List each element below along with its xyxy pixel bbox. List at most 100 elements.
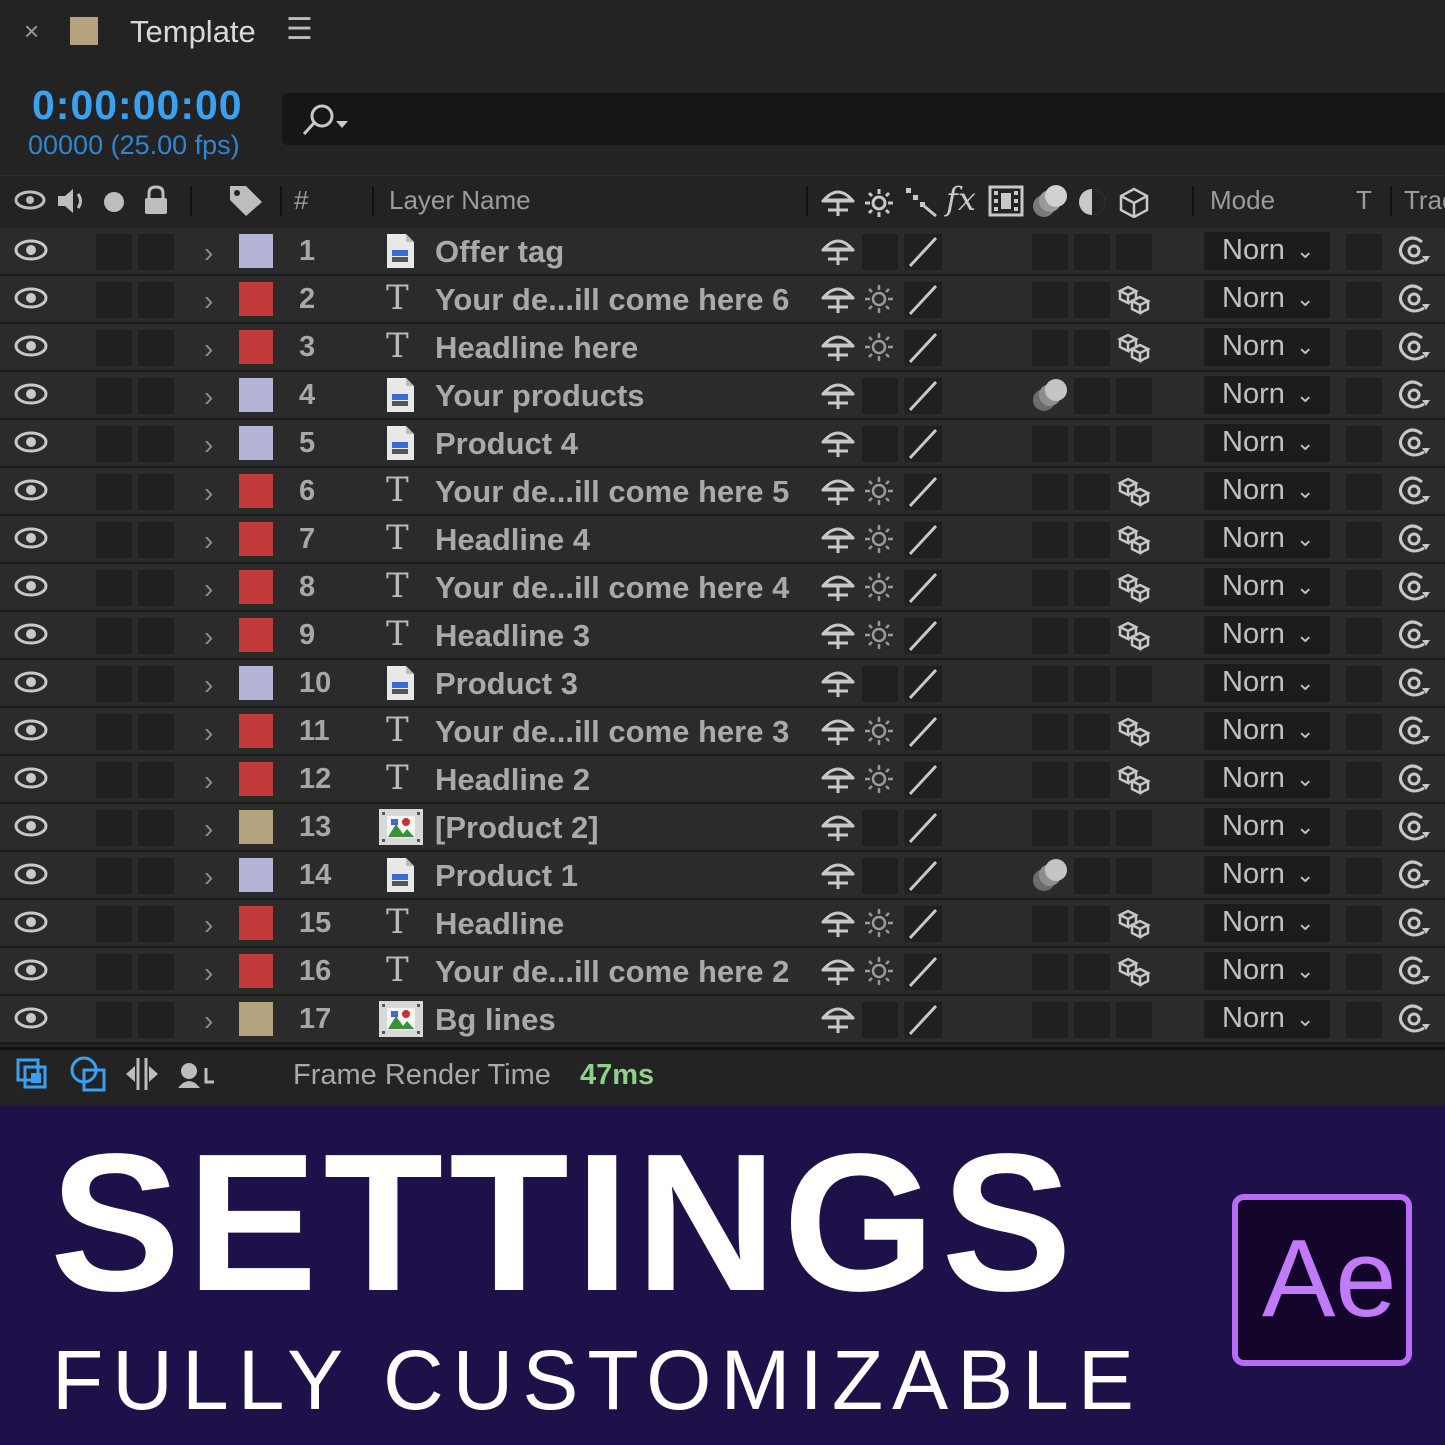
quality-switch-icon[interactable]	[904, 330, 942, 371]
audio-toggle[interactable]	[96, 282, 132, 318]
label-color-swatch[interactable]	[239, 1002, 273, 1036]
track-matte-pickwhip-icon[interactable]	[1396, 666, 1432, 705]
layer-search-input[interactable]	[282, 93, 1445, 145]
quality-switch-icon[interactable]	[904, 234, 942, 275]
shy-switch-icon[interactable]	[820, 331, 856, 368]
track-matte-pickwhip-icon[interactable]	[1396, 1002, 1432, 1041]
shy-switch-icon[interactable]	[820, 619, 856, 656]
3d-layer-switch[interactable]	[1116, 378, 1152, 414]
3d-layer-switch[interactable]	[1116, 810, 1152, 846]
expand-chevron-icon[interactable]: ›	[204, 573, 213, 605]
adjustment-layer-header-icon[interactable]	[1076, 186, 1108, 218]
3d-layer-switch-icon[interactable]	[1116, 475, 1152, 514]
adjustment-layer-switch[interactable]	[1074, 330, 1110, 366]
visibility-eye-icon[interactable]	[14, 574, 48, 603]
fx-header-icon[interactable]: fx	[946, 180, 976, 218]
preserve-transparency-toggle[interactable]	[1346, 330, 1382, 366]
3d-layer-switch-icon[interactable]	[1116, 283, 1152, 322]
adjustment-layer-switch[interactable]	[1074, 234, 1110, 270]
collapse-switch-icon[interactable]	[864, 284, 894, 319]
label-color-swatch[interactable]	[239, 762, 273, 796]
quality-switch-icon[interactable]	[904, 906, 942, 947]
preserve-transparency-toggle[interactable]	[1346, 618, 1382, 654]
label-color-swatch[interactable]	[239, 714, 273, 748]
label-color-swatch[interactable]	[239, 474, 273, 508]
layer-row[interactable]: › 1 Offer tag Norn ⌄	[0, 228, 1445, 276]
layer-name[interactable]: Headline	[435, 906, 564, 942]
audio-toggle[interactable]	[96, 762, 132, 798]
preserve-transparency-toggle[interactable]	[1346, 858, 1382, 894]
expand-chevron-icon[interactable]: ›	[204, 861, 213, 893]
lock-toggle[interactable]	[138, 810, 174, 846]
adjustment-layer-switch[interactable]	[1074, 858, 1110, 894]
expand-chevron-icon[interactable]: ›	[204, 765, 213, 797]
blend-mode-dropdown[interactable]: Norn ⌄	[1204, 280, 1330, 318]
blend-mode-dropdown[interactable]: Norn ⌄	[1204, 616, 1330, 654]
motion-blur-switch[interactable]	[1032, 522, 1068, 558]
track-matte-pickwhip-icon[interactable]	[1396, 906, 1432, 945]
quality-switch-icon[interactable]	[904, 666, 942, 707]
label-color-swatch[interactable]	[239, 618, 273, 652]
blend-mode-dropdown[interactable]: Norn ⌄	[1204, 856, 1330, 894]
expand-chevron-icon[interactable]: ›	[204, 1005, 213, 1037]
label-color-swatch[interactable]	[239, 954, 273, 988]
shy-switch-icon[interactable]	[820, 955, 856, 992]
layer-name[interactable]: Product 1	[435, 858, 578, 894]
audio-toggle[interactable]	[96, 474, 132, 510]
collapse-switch-icon[interactable]	[864, 716, 894, 751]
adjustment-layer-switch[interactable]	[1074, 522, 1110, 558]
lock-header-icon[interactable]	[142, 184, 170, 216]
adjustment-layer-switch[interactable]	[1074, 378, 1110, 414]
label-tag-icon[interactable]	[228, 184, 264, 218]
audio-toggle[interactable]	[96, 570, 132, 606]
current-time-display[interactable]: 0:00:00:00	[32, 82, 243, 129]
label-color-swatch[interactable]	[239, 666, 273, 700]
blend-mode-dropdown[interactable]: Norn ⌄	[1204, 232, 1330, 270]
3d-layer-switch[interactable]	[1116, 426, 1152, 462]
motion-blur-switch[interactable]	[1032, 474, 1068, 510]
track-matte-pickwhip-icon[interactable]	[1396, 858, 1432, 897]
track-matte-pickwhip-icon[interactable]	[1396, 426, 1432, 465]
visibility-eye-icon[interactable]	[14, 622, 48, 651]
3d-layer-switch-icon[interactable]	[1116, 763, 1152, 802]
motion-blur-switch[interactable]	[1032, 426, 1068, 462]
collapse-switch-icon[interactable]	[864, 332, 894, 367]
visibility-eye-icon[interactable]	[14, 862, 48, 891]
layer-row[interactable]: › 7 T Headline 4 Norn ⌄	[0, 516, 1445, 564]
audio-toggle[interactable]	[96, 666, 132, 702]
motion-blur-switch[interactable]	[1032, 906, 1068, 942]
blend-mode-dropdown[interactable]: Norn ⌄	[1204, 328, 1330, 366]
label-color-swatch[interactable]	[239, 570, 273, 604]
motion-blur-switch[interactable]	[1032, 714, 1068, 750]
blend-mode-dropdown[interactable]: Norn ⌄	[1204, 904, 1330, 942]
expand-chevron-icon[interactable]: ›	[204, 669, 213, 701]
track-matte-pickwhip-icon[interactable]	[1396, 330, 1432, 369]
track-matte-pickwhip-icon[interactable]	[1396, 762, 1432, 801]
visibility-eye-icon[interactable]	[14, 766, 48, 795]
expand-chevron-icon[interactable]: ›	[204, 381, 213, 413]
adjustment-layer-switch[interactable]	[1074, 426, 1110, 462]
shy-switch-icon[interactable]	[820, 235, 856, 272]
shy-switch-icon[interactable]	[820, 811, 856, 848]
quality-switch-icon[interactable]	[904, 522, 942, 563]
audio-header-icon[interactable]	[56, 186, 90, 216]
collapse-switch-icon[interactable]	[864, 908, 894, 943]
mode-column-header[interactable]: Mode	[1210, 185, 1275, 216]
label-color-swatch[interactable]	[239, 810, 273, 844]
label-color-swatch[interactable]	[239, 378, 273, 412]
composition-tab-title[interactable]: Template	[130, 14, 256, 50]
preserve-transparency-toggle[interactable]	[1346, 570, 1382, 606]
adjustment-layer-switch[interactable]	[1074, 282, 1110, 318]
blend-mode-dropdown[interactable]: Norn ⌄	[1204, 664, 1330, 702]
audio-toggle[interactable]	[96, 714, 132, 750]
lock-toggle[interactable]	[138, 474, 174, 510]
layer-name[interactable]: Offer tag	[435, 234, 564, 270]
layer-row[interactable]: › 2 T Your de...ill come here 6 Norn ⌄	[0, 276, 1445, 324]
layer-row[interactable]: › 12 T Headline 2 Norn ⌄	[0, 756, 1445, 804]
audio-toggle[interactable]	[96, 618, 132, 654]
solo-header-icon[interactable]	[102, 190, 126, 214]
quality-switch-icon[interactable]	[904, 954, 942, 995]
shy-switch-icon[interactable]	[820, 283, 856, 320]
label-color-swatch[interactable]	[239, 330, 273, 364]
label-color-swatch[interactable]	[239, 282, 273, 316]
